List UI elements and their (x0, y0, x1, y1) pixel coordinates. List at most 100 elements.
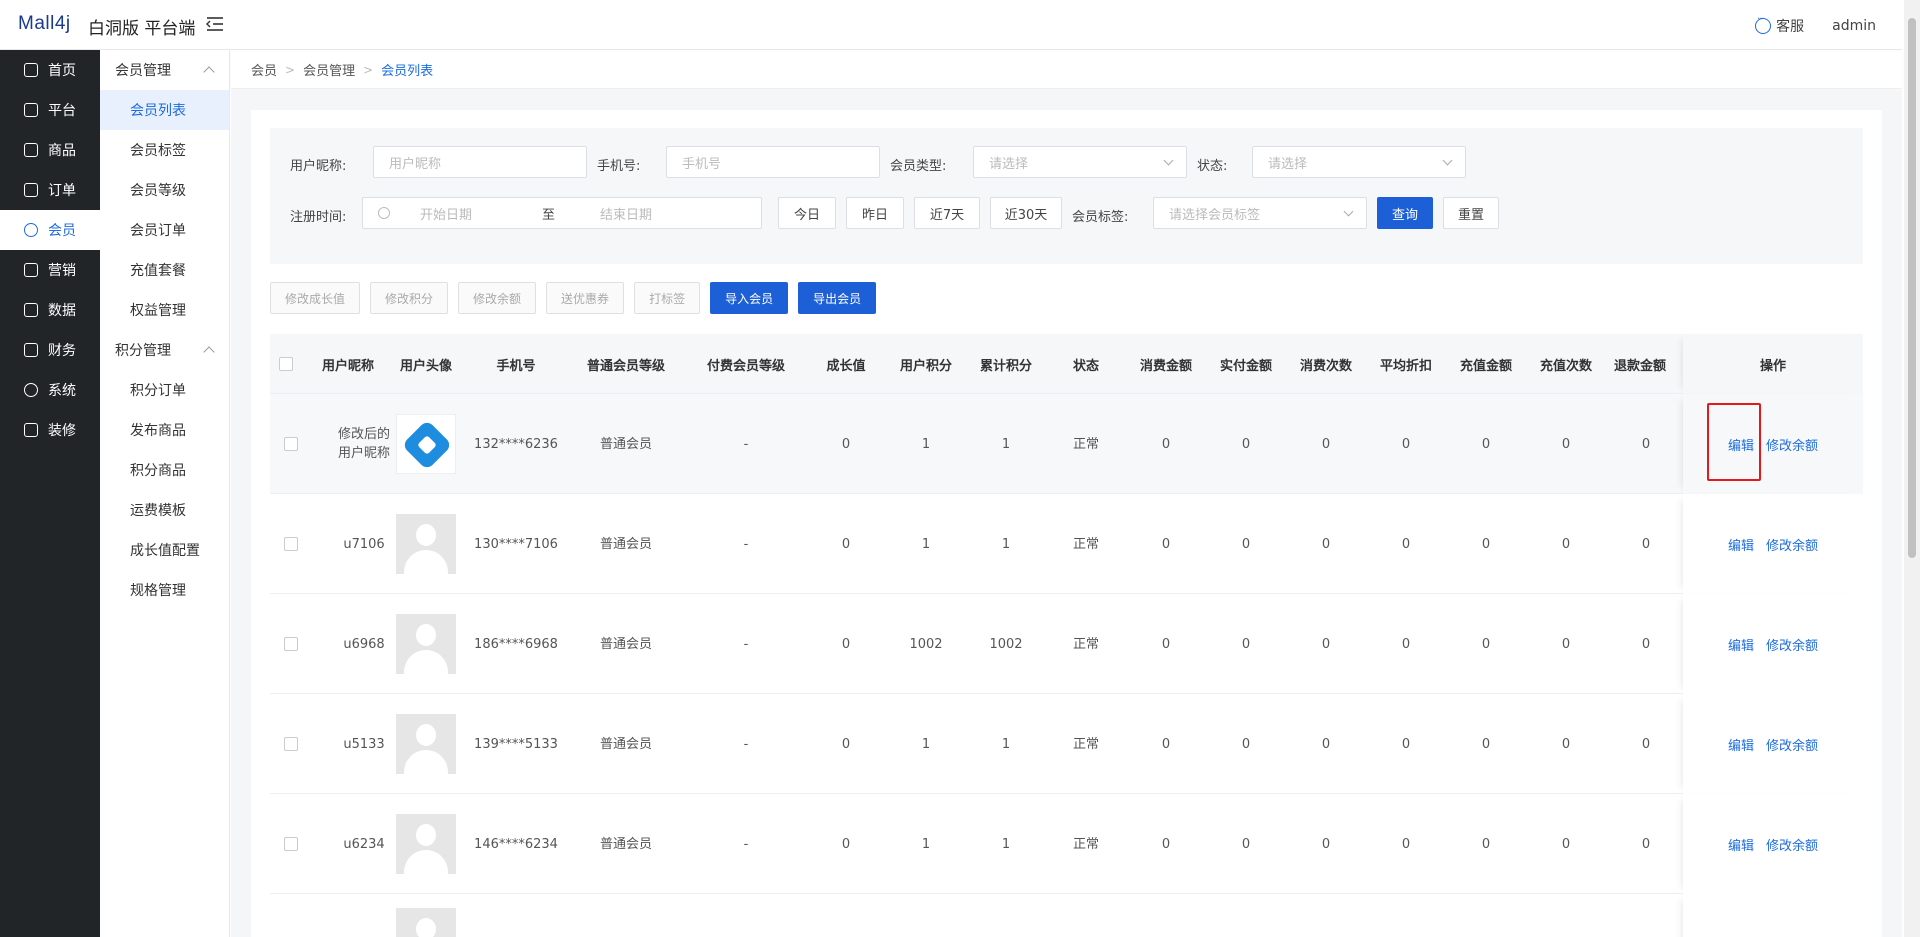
row-checkbox[interactable] (284, 437, 298, 451)
nav-marketing[interactable]: 营销 (0, 250, 100, 290)
default-avatar-icon (416, 824, 436, 846)
end-date-input[interactable]: 结束日期 (600, 204, 652, 223)
points-cell: 1 (921, 536, 931, 552)
reset-button[interactable]: 重置 (1443, 197, 1499, 229)
nav-finance[interactable]: 财务 (0, 330, 100, 370)
subnav-member-order[interactable]: 会员订单 (100, 210, 229, 250)
export-members-button[interactable]: 导出会员 (798, 282, 877, 314)
subnav-group-points[interactable]: 积分管理 (100, 330, 229, 370)
edit-balance-link[interactable]: 修改余额 (1766, 435, 1818, 454)
subnav-rights[interactable]: 权益管理 (100, 290, 229, 330)
subnav-spec-manage[interactable]: 规格管理 (100, 570, 229, 610)
edit-balance-link[interactable]: 修改余额 (1766, 535, 1818, 554)
customer-service-button[interactable]: 客服 (1755, 14, 1805, 36)
subnav-group-member[interactable]: 会员管理 (100, 50, 229, 90)
avatar (396, 714, 456, 774)
edit-balance-link[interactable]: 修改余额 (1766, 635, 1818, 654)
nickname-input[interactable]: 用户昵称 (373, 146, 587, 178)
last7-button[interactable]: 近7天 (914, 197, 980, 229)
col-paid: 实付金额 (1219, 358, 1272, 374)
order-icon (24, 183, 38, 197)
table-row: u7106 130****7106 普通会员 - 0 1 1 正常 0 0 0 … (270, 494, 1863, 594)
nav-order[interactable]: 订单 (0, 170, 100, 210)
edit-link[interactable]: 编辑 (1728, 735, 1754, 754)
yesterday-button[interactable]: 昨日 (846, 197, 904, 229)
subnav-member-list[interactable]: 会员列表 (100, 90, 229, 130)
row-checkbox[interactable] (284, 737, 298, 751)
refund-cell: 0 (1641, 636, 1651, 652)
nav-label: 装修 (48, 423, 76, 439)
edit-balance-button[interactable]: 修改余额 (458, 282, 537, 314)
breadcrumb-separator-icon: > (363, 62, 374, 77)
table-header: 用户昵称 用户头像 手机号 普通会员等级 付费会员等级 成长值 用户积分 累计积… (270, 334, 1863, 394)
nav-data[interactable]: 数据 (0, 290, 100, 330)
edit-link[interactable]: 编辑 (1728, 535, 1754, 554)
nav-member[interactable]: 会员 (0, 210, 100, 250)
refund-cell: 0 (1641, 836, 1651, 852)
breadcrumb-item[interactable]: 会员管理 (303, 60, 355, 79)
status-select[interactable]: 请选择 (1252, 146, 1466, 178)
page-scrollbar[interactable] (1904, 0, 1920, 937)
brand-logo-icon (401, 419, 453, 471)
start-date-input[interactable]: 开始日期 (420, 204, 472, 223)
date-range-picker[interactable]: 开始日期 至 结束日期 (362, 197, 762, 229)
subnav-points-order[interactable]: 积分订单 (100, 370, 229, 410)
nav-home[interactable]: 首页 (0, 50, 100, 90)
subnav-growth-config[interactable]: 成长值配置 (100, 530, 229, 570)
add-tag-button[interactable]: 打标签 (634, 282, 701, 314)
select-all-checkbox[interactable] (279, 357, 293, 371)
edit-growth-button[interactable]: 修改成长值 (270, 282, 361, 314)
search-button[interactable]: 查询 (1377, 197, 1433, 229)
subnav-recharge-package[interactable]: 充值套餐 (100, 250, 229, 290)
nav-product[interactable]: 商品 (0, 130, 100, 170)
last30-button[interactable]: 近30天 (990, 197, 1062, 229)
today-button[interactable]: 今日 (778, 197, 836, 229)
subnav-points-product[interactable]: 积分商品 (100, 450, 229, 490)
finance-icon (24, 343, 38, 357)
nav-decorate[interactable]: 装修 (0, 410, 100, 450)
edit-link[interactable]: 编辑 (1728, 435, 1754, 454)
avatar-cell (386, 894, 466, 937)
member-icon (24, 223, 38, 237)
member-type-select[interactable]: 请选择 (973, 146, 1187, 178)
avatar-cell (386, 594, 466, 694)
system-icon (24, 383, 38, 397)
row-checkbox[interactable] (284, 837, 298, 851)
edit-balance-link[interactable]: 修改余额 (1766, 835, 1818, 854)
col-refund: 退款金额 (1614, 358, 1667, 374)
menu-fold-icon[interactable] (206, 16, 224, 32)
recharge-count-cell: 0 (1561, 836, 1571, 852)
growth-cell: 0 (841, 836, 851, 852)
member-tag-select[interactable]: 请选择会员标签 (1153, 197, 1367, 229)
send-coupon-button[interactable]: 送优惠券 (546, 282, 625, 314)
table-row: 修改后的用户昵称 132****6236 普通会员 - 0 1 1 正常 0 0… (270, 394, 1863, 494)
recharge-count-cell: 0 (1561, 636, 1571, 652)
growth-cell: 0 (841, 636, 851, 652)
subnav-member-level[interactable]: 会员等级 (100, 170, 229, 210)
nav-platform[interactable]: 平台 (0, 90, 100, 130)
edit-link[interactable]: 编辑 (1728, 835, 1754, 854)
breadcrumb-item[interactable]: 会员 (251, 60, 277, 79)
user-menu[interactable]: admin (1832, 18, 1876, 34)
content-area: 用户昵称: 用户昵称 手机号: 手机号 会员类型: 请选择 状态: 请选择 注册… (231, 90, 1902, 937)
subnav-publish-product[interactable]: 发布商品 (100, 410, 229, 450)
level-cell: 普通会员 (599, 836, 652, 852)
edit-balance-link[interactable]: 修改余额 (1766, 735, 1818, 754)
paid-level-cell: - (743, 536, 749, 552)
scrollbar-thumb[interactable] (1908, 18, 1916, 558)
phone-input[interactable]: 手机号 (666, 146, 880, 178)
app-logo[interactable]: Mall4j (18, 13, 71, 35)
customer-service-label: 客服 (1776, 19, 1805, 35)
row-checkbox[interactable] (284, 637, 298, 651)
subnav-shipping-template[interactable]: 运费模板 (100, 490, 229, 530)
edit-link[interactable]: 编辑 (1728, 635, 1754, 654)
edit-points-button[interactable]: 修改积分 (370, 282, 449, 314)
nav-system[interactable]: 系统 (0, 370, 100, 410)
import-members-button[interactable]: 导入会员 (710, 282, 789, 314)
refund-cell: 0 (1641, 536, 1651, 552)
subnav-member-tag[interactable]: 会员标签 (100, 130, 229, 170)
paid-level-cell: - (743, 636, 749, 652)
operations-cell: 编辑 修改余额 (1683, 794, 1863, 894)
row-checkbox[interactable] (284, 537, 298, 551)
nav-label: 系统 (48, 383, 76, 399)
